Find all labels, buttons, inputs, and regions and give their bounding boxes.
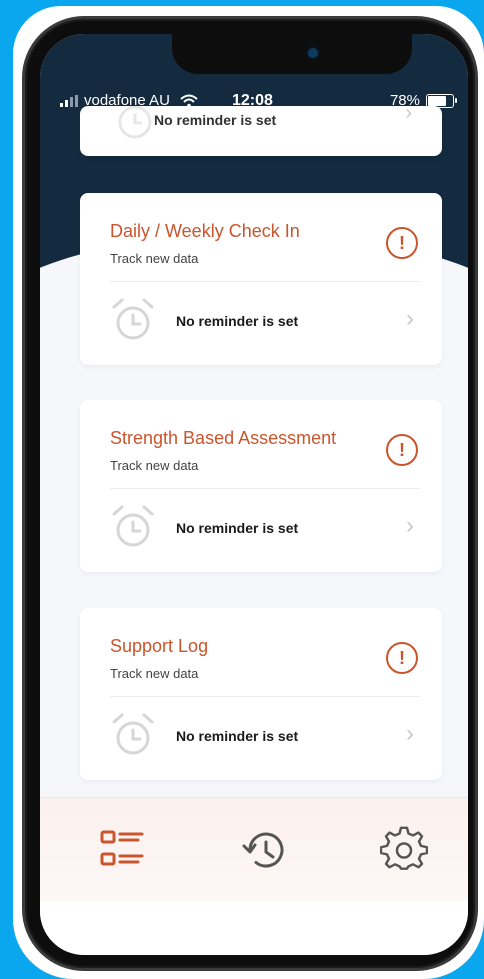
battery-percent: 78% xyxy=(389,92,420,109)
card-divider xyxy=(110,696,420,697)
card-subtitle: Track new data xyxy=(110,666,199,681)
home-indicator-area xyxy=(40,901,468,955)
warning-icon: ! xyxy=(386,642,418,674)
wifi-icon xyxy=(180,94,198,107)
app-stage: vodafone AU 12:08 78% No reminder is set… xyxy=(0,0,484,979)
phone-screen: vodafone AU 12:08 78% No reminder is set… xyxy=(40,34,468,955)
card-divider xyxy=(110,281,420,282)
battery-fill xyxy=(428,95,446,106)
camera-icon xyxy=(306,46,320,60)
phone-notch xyxy=(172,34,412,74)
reminder-label: No reminder is set xyxy=(176,313,299,329)
chevron-right-icon[interactable]: › xyxy=(406,720,414,748)
status-time: 12:08 xyxy=(232,92,273,109)
warning-icon: ! xyxy=(386,227,418,259)
card-title: Support Log xyxy=(110,636,209,656)
signal-icon xyxy=(60,94,78,107)
alarm-clock-icon xyxy=(112,298,154,340)
gear-icon[interactable] xyxy=(380,826,428,874)
battery-group: 78% xyxy=(389,92,457,109)
carrier-group: vodafone AU xyxy=(60,92,198,109)
card-title: Daily / Weekly Check In xyxy=(110,221,300,241)
chevron-right-icon[interactable]: › xyxy=(406,305,414,333)
list-icon[interactable] xyxy=(98,826,146,874)
bottom-tab-bar xyxy=(40,797,468,902)
warning-icon: ! xyxy=(386,434,418,466)
history-icon[interactable] xyxy=(240,826,288,874)
card-divider xyxy=(110,488,420,489)
chevron-right-icon[interactable]: › xyxy=(406,512,414,540)
card-title: Strength Based Assessment xyxy=(110,428,337,448)
card-support-log[interactable]: Support Log Track new data ! No reminder… xyxy=(80,608,442,780)
card-strength-based-assessment[interactable]: Strength Based Assessment Track new data… xyxy=(80,400,442,572)
status-bar: vodafone AU 12:08 78% xyxy=(40,86,468,116)
carrier-name: vodafone AU xyxy=(84,92,170,109)
alarm-clock-icon xyxy=(112,505,154,547)
reminder-label: No reminder is set xyxy=(176,520,299,536)
card-subtitle: Track new data xyxy=(110,251,199,266)
card-daily-weekly-check-in[interactable]: Daily / Weekly Check In Track new data !… xyxy=(80,193,442,365)
reminder-label: No reminder is set xyxy=(176,728,299,744)
battery-icon xyxy=(426,93,457,108)
card-subtitle: Track new data xyxy=(110,458,199,473)
alarm-clock-icon xyxy=(112,713,154,755)
